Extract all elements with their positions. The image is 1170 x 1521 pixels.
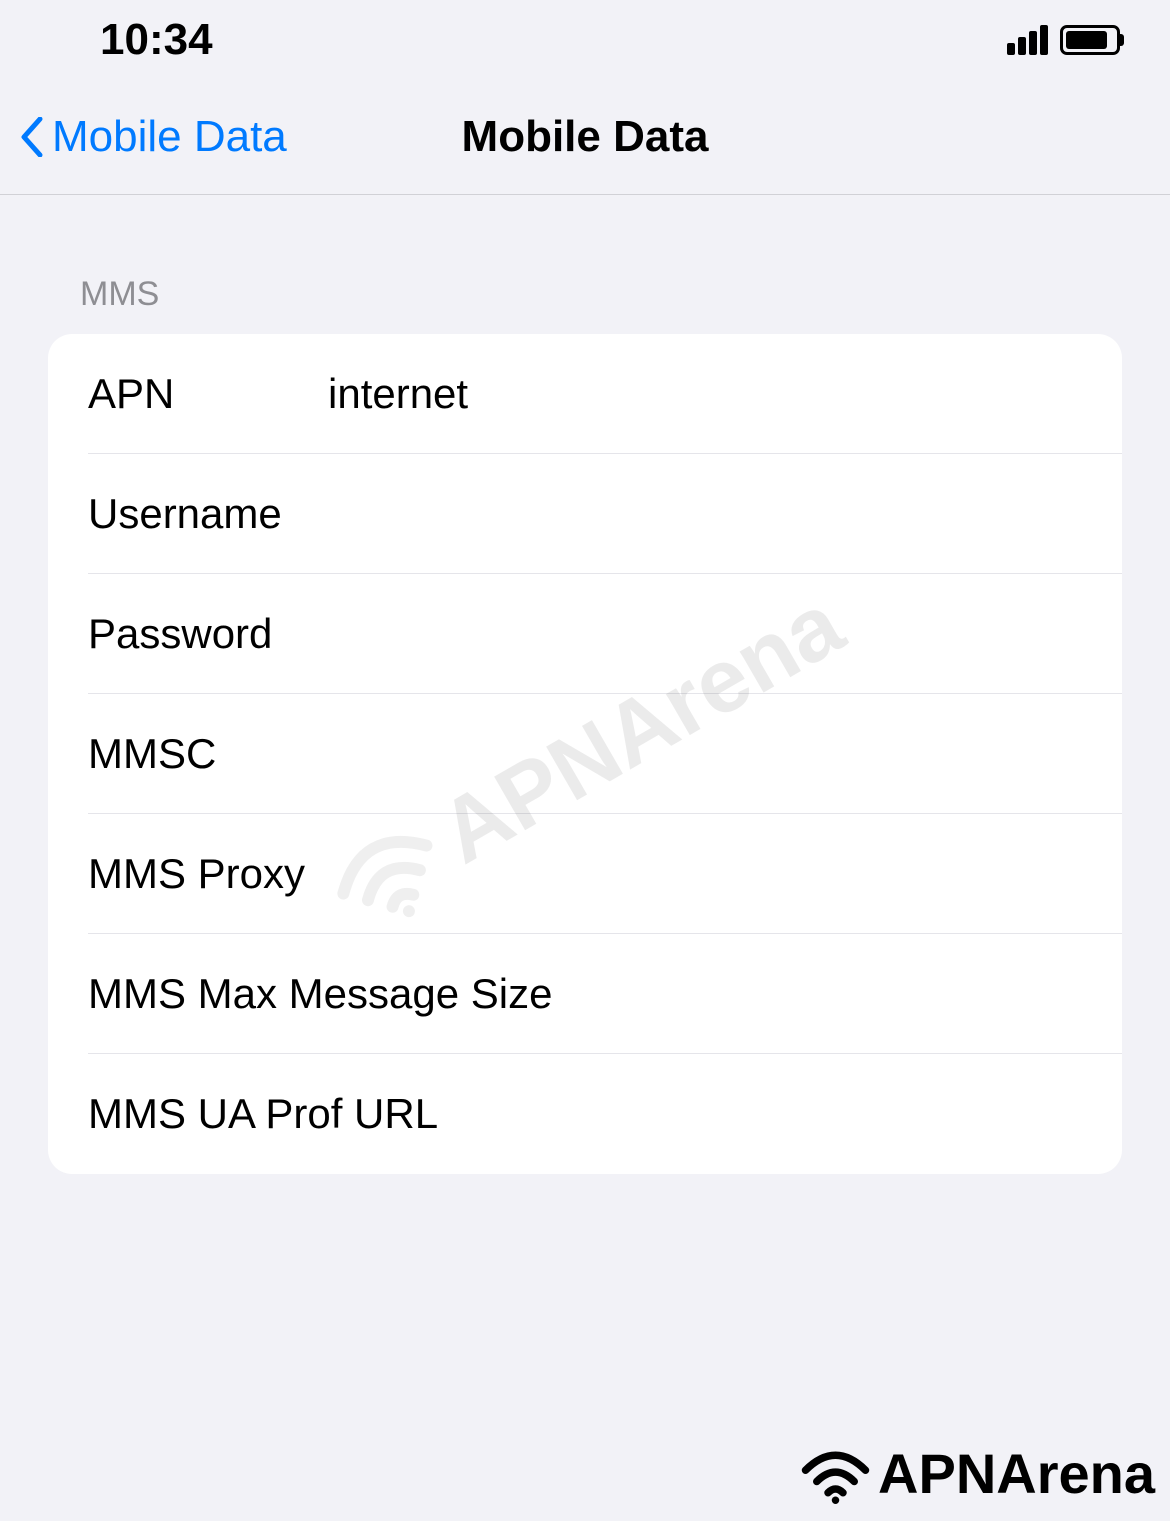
apn-value[interactable]: internet	[328, 370, 1082, 418]
username-row[interactable]: Username	[88, 454, 1122, 574]
mms-settings-group: APN internet Username Password MMSC MMS …	[48, 334, 1122, 1174]
status-indicators	[1007, 25, 1120, 55]
mms-ua-prof-row[interactable]: MMS UA Prof URL	[88, 1054, 1122, 1174]
page-title: Mobile Data	[462, 112, 709, 162]
signal-icon	[1007, 25, 1048, 55]
footer-text: APNArena	[878, 1441, 1155, 1506]
back-label: Mobile Data	[52, 112, 287, 162]
footer-logo: APNArena	[798, 1441, 1155, 1506]
mms-proxy-row[interactable]: MMS Proxy	[88, 814, 1122, 934]
password-row[interactable]: Password	[88, 574, 1122, 694]
chevron-left-icon	[20, 117, 44, 157]
status-time: 10:34	[100, 15, 213, 65]
mms-ua-prof-label: MMS UA Prof URL	[88, 1090, 585, 1138]
content-area: MMS APN internet Username Password MMSC …	[0, 195, 1170, 1174]
wifi-icon	[798, 1444, 873, 1504]
section-header-mms: MMS	[80, 275, 1122, 314]
back-button[interactable]: Mobile Data	[20, 112, 287, 162]
navigation-bar: Mobile Data Mobile Data	[0, 80, 1170, 195]
status-bar: 10:34	[0, 0, 1170, 80]
password-label: Password	[88, 610, 328, 658]
mms-proxy-label: MMS Proxy	[88, 850, 585, 898]
mmsc-label: MMSC	[88, 730, 328, 778]
battery-icon	[1060, 25, 1120, 55]
apn-row[interactable]: APN internet	[88, 334, 1122, 454]
username-label: Username	[88, 490, 328, 538]
mms-max-size-row[interactable]: MMS Max Message Size	[88, 934, 1122, 1054]
apn-label: APN	[88, 370, 328, 418]
mms-max-size-label: MMS Max Message Size	[88, 970, 585, 1018]
mmsc-row[interactable]: MMSC	[88, 694, 1122, 814]
